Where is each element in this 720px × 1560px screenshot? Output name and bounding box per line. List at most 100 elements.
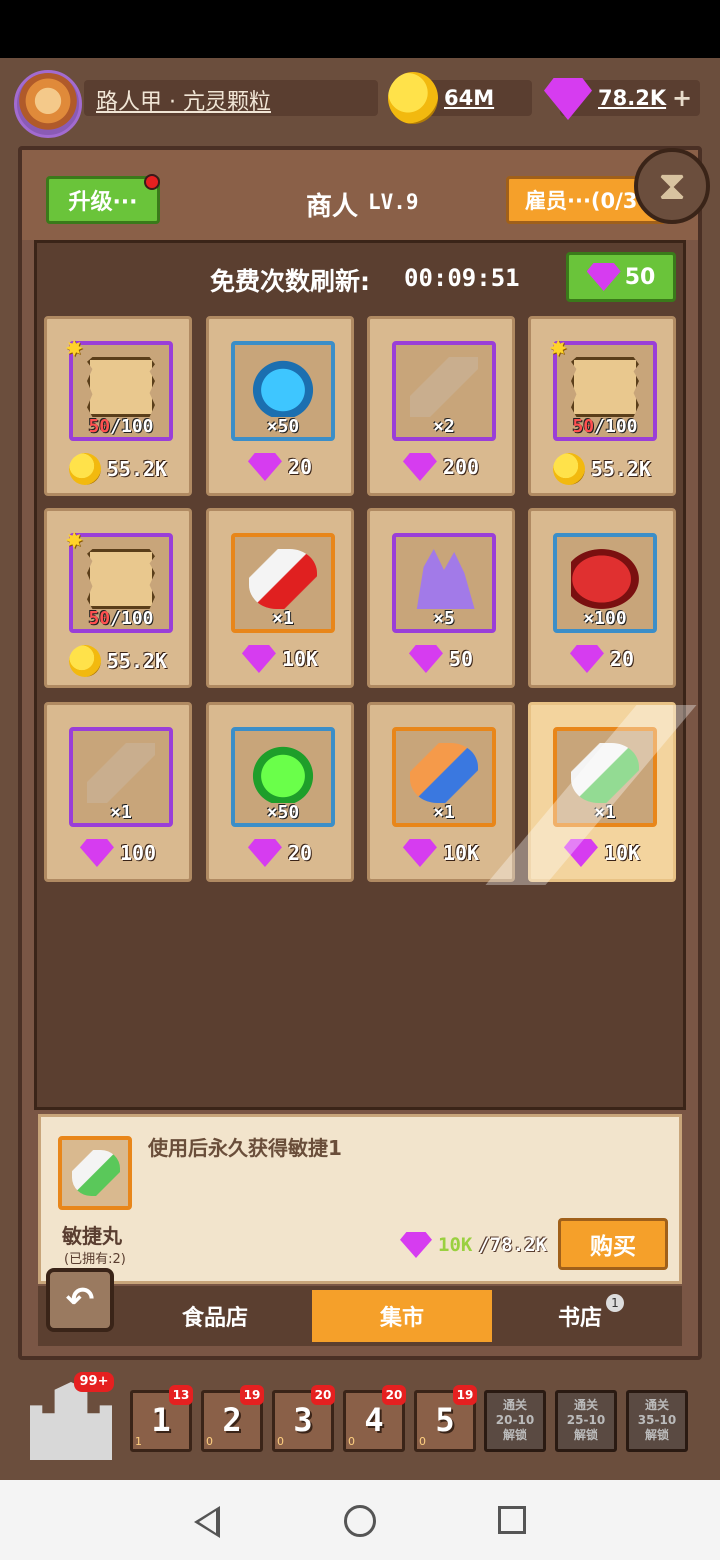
price-value: 20 xyxy=(287,841,313,865)
locked-stage-text: 解锁 xyxy=(573,1428,598,1442)
shop-item-card[interactable]: ×1 100 xyxy=(44,702,192,882)
shop-item-card[interactable]: ×2 200 xyxy=(367,316,515,496)
item-quantity: ×50 xyxy=(266,802,300,823)
refresh-timer: 00:09:51 xyxy=(404,264,520,292)
shop-item-card[interactable]: ×1 10K xyxy=(206,508,354,688)
stage-badge: 19 xyxy=(240,1385,264,1405)
upgrade-button[interactable]: 升级··· xyxy=(46,176,160,224)
player-avatar[interactable] xyxy=(14,70,82,138)
dust-blue-icon xyxy=(249,357,317,417)
stage-button[interactable]: 4 20 0 xyxy=(343,1385,406,1452)
star-icon: ✸ xyxy=(549,337,568,362)
quantity-total: /100 xyxy=(594,416,638,437)
price-value: 10K xyxy=(281,647,319,671)
meat-icon xyxy=(571,549,639,609)
locked-stage-button[interactable]: 通关 25-10 解锁 xyxy=(555,1390,617,1452)
gem-icon xyxy=(586,263,621,291)
shop-item-card[interactable]: ×100 20 xyxy=(528,508,676,688)
item-quantity: ×1 xyxy=(110,802,132,823)
shop-item-card[interactable]: ×1 10K xyxy=(485,702,697,885)
price-balance: /78.2K xyxy=(478,1234,547,1256)
coin-icon xyxy=(68,453,101,485)
coin-amount[interactable]: 64M xyxy=(444,86,494,110)
pill-red-icon xyxy=(249,549,317,609)
nav-home-icon[interactable] xyxy=(344,1505,376,1537)
gem-icon xyxy=(247,453,282,481)
item-slot: ×1 xyxy=(69,727,173,827)
stage-number: 3 xyxy=(293,1401,313,1439)
locked-stage-button[interactable]: 通关 35-10 解锁 xyxy=(626,1390,688,1452)
gem-icon xyxy=(408,645,443,673)
stage-button[interactable]: 5 19 0 xyxy=(414,1385,477,1452)
item-quantity: 50/100 xyxy=(73,416,169,437)
price-value: 50 xyxy=(448,647,474,671)
price-value: 10K xyxy=(442,841,480,865)
item-description: 使用后永久获得敏捷1 xyxy=(148,1136,342,1160)
hourglass-button[interactable]: ⧗ xyxy=(634,148,710,224)
item-price: 10K xyxy=(370,839,512,867)
stage-chest-count: 0 xyxy=(277,1435,284,1448)
scroll-icon xyxy=(571,357,639,417)
shop-item-card[interactable]: ×5 50 xyxy=(367,508,515,688)
pill-icon xyxy=(72,1150,120,1196)
item-slot: ×1 xyxy=(231,533,335,633)
roll-icon xyxy=(410,357,478,417)
item-price: 55.2K xyxy=(47,645,189,677)
item-name: 敏捷丸 xyxy=(62,1224,122,1248)
locked-stage-text: 通关 xyxy=(573,1398,598,1412)
merchant-level: LV.9 xyxy=(368,190,419,214)
item-quantity: ×50 xyxy=(266,416,300,437)
refresh-button[interactable]: 50 xyxy=(566,252,676,302)
tab-bookstore[interactable]: 书店 xyxy=(500,1290,660,1342)
item-quantity: ×2 xyxy=(433,416,455,437)
tab-market[interactable]: 集市 xyxy=(312,1290,492,1342)
star-icon: ✸ xyxy=(65,529,84,554)
item-slot: 50/100 xyxy=(69,341,173,441)
price-value: 200 xyxy=(442,455,480,479)
item-price: 200 xyxy=(370,453,512,481)
item-price: 10K xyxy=(209,645,351,673)
hourglass-icon: ⧗ xyxy=(657,163,687,209)
item-price: 20 xyxy=(531,645,673,673)
stage-button[interactable]: 1 13 1 xyxy=(130,1385,193,1452)
item-slot: ×1 xyxy=(392,727,496,827)
add-gems-button[interactable]: + xyxy=(672,84,692,112)
return-arrow-icon: ↶ xyxy=(65,1280,95,1320)
stage-chest-count: 0 xyxy=(206,1435,213,1448)
gem-icon xyxy=(402,453,437,481)
shop-item-card[interactable]: ×50 20 xyxy=(206,316,354,496)
buy-button[interactable]: 购买 xyxy=(558,1218,668,1270)
stage-number: 1 xyxy=(151,1401,171,1439)
shop-item-card[interactable]: ×1 10K xyxy=(367,702,515,882)
item-price: 20 xyxy=(209,839,351,867)
item-grid: 50/100 ✸ 55.2K ×50 20 ×2 200 50/100 ✸ 55.2K 50/100… xyxy=(44,316,697,885)
tab-food-store[interactable]: 食品店 xyxy=(130,1290,300,1342)
stage-number: 4 xyxy=(364,1401,384,1439)
quantity-total: /100 xyxy=(110,608,154,629)
shop-item-card[interactable]: 50/100 ✸ 55.2K xyxy=(528,316,676,496)
shop-item-card[interactable]: ×50 20 xyxy=(206,702,354,882)
shop-item-card[interactable]: 50/100 ✸ 55.2K xyxy=(44,508,192,688)
price-value: 20 xyxy=(287,455,313,479)
back-button[interactable]: ↶ xyxy=(46,1268,114,1332)
scroll-icon xyxy=(87,357,155,417)
notification-dot xyxy=(144,174,160,190)
stage-button[interactable]: 3 20 0 xyxy=(272,1385,335,1452)
stage-chest-count: 0 xyxy=(419,1435,426,1448)
coin-icon xyxy=(552,453,585,485)
shop-item-card[interactable]: 50/100 ✸ 55.2K xyxy=(44,316,192,496)
locked-stage-text: 35-10 xyxy=(637,1413,677,1427)
nav-recents-icon[interactable] xyxy=(498,1506,526,1534)
player-name[interactable]: 路人甲 · 亢灵颗粒 xyxy=(96,84,271,116)
item-price: 20 xyxy=(209,453,351,481)
price-cost: 10K xyxy=(438,1234,473,1256)
stage-button[interactable]: 2 19 0 xyxy=(201,1385,264,1452)
price-value: 55.2K xyxy=(590,457,652,481)
item-owned-count: (已拥有:2) xyxy=(64,1252,126,1267)
item-slot: ×2 xyxy=(392,341,496,441)
pill-blue-icon xyxy=(410,743,478,803)
locked-stage-button[interactable]: 通关 20-10 解锁 xyxy=(484,1390,546,1452)
refresh-label: 免费次数刷新: xyxy=(210,267,370,296)
nav-back-icon[interactable] xyxy=(194,1506,220,1538)
gem-amount[interactable]: 78.2K xyxy=(598,86,666,110)
